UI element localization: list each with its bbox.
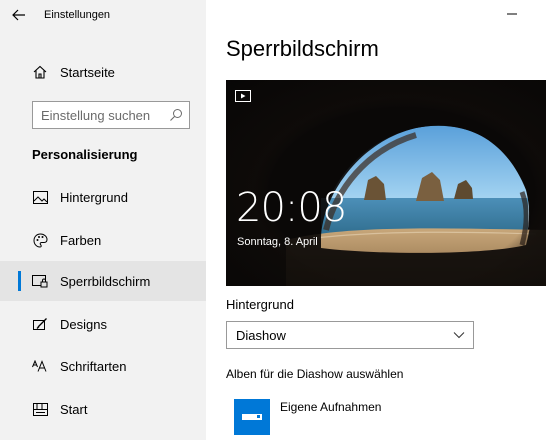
sidebar-item-label: Startseite: [60, 64, 115, 80]
app-title: Einstellungen: [44, 9, 111, 21]
search-icon: [169, 108, 183, 122]
sidebar-item-designs[interactable]: Designs: [0, 304, 206, 344]
lock-screen-icon: [32, 273, 48, 289]
sidebar-item-label: Farben: [60, 232, 102, 248]
sidebar-item-farben[interactable]: Farben: [0, 220, 206, 260]
sidebar-item-startseite[interactable]: Startseite: [0, 52, 206, 92]
sidebar-item-label: Hintergrund: [60, 189, 128, 205]
back-arrow-icon: [12, 9, 26, 21]
sidebar-item-label: Start: [60, 401, 88, 417]
palette-icon: [32, 232, 48, 248]
sidebar: Einstellungen Startseite Einstellung suc…: [0, 0, 206, 440]
sidebar-item-label: Schriftarten: [60, 358, 127, 374]
page-title: Sperrbildschirm: [226, 36, 379, 61]
sidebar-item-schriftarten[interactable]: Schriftarten: [0, 346, 206, 386]
preview-date: Sonntag, 8. April: [237, 236, 318, 248]
title-bar: Einstellungen: [0, 0, 206, 30]
background-dropdown[interactable]: Diashow: [226, 321, 474, 349]
album-name[interactable]: Eigene Aufnahmen: [280, 400, 381, 414]
font-icon: [32, 358, 48, 374]
search-input[interactable]: Einstellung suchen: [32, 101, 190, 129]
home-icon: [32, 64, 48, 80]
background-label: Hintergrund: [226, 297, 294, 312]
sidebar-item-sperrbildschirm[interactable]: Sperrbildschirm: [0, 261, 206, 301]
preview-time: 20:08: [236, 185, 347, 231]
lock-screen-preview: [226, 80, 546, 286]
sidebar-item-start[interactable]: Start: [0, 389, 206, 429]
sidebar-item-hintergrund[interactable]: Hintergrund: [0, 177, 206, 217]
slideshow-icon: [235, 90, 251, 102]
picture-icon: [32, 189, 48, 205]
brush-icon: [32, 316, 48, 332]
chevron-down-icon: [453, 330, 465, 340]
albums-label: Alben für die Diashow auswählen: [226, 367, 404, 381]
back-button[interactable]: [10, 6, 28, 24]
start-icon: [32, 401, 48, 417]
minimize-button[interactable]: [504, 8, 520, 20]
background-dropdown-value: Diashow: [236, 328, 286, 343]
section-header: Personalisierung: [32, 147, 138, 162]
search-placeholder: Einstellung suchen: [41, 108, 151, 123]
album-folder-tile[interactable]: [234, 399, 270, 435]
sidebar-item-label: Designs: [60, 316, 107, 332]
sidebar-item-label: Sperrbildschirm: [60, 273, 151, 289]
